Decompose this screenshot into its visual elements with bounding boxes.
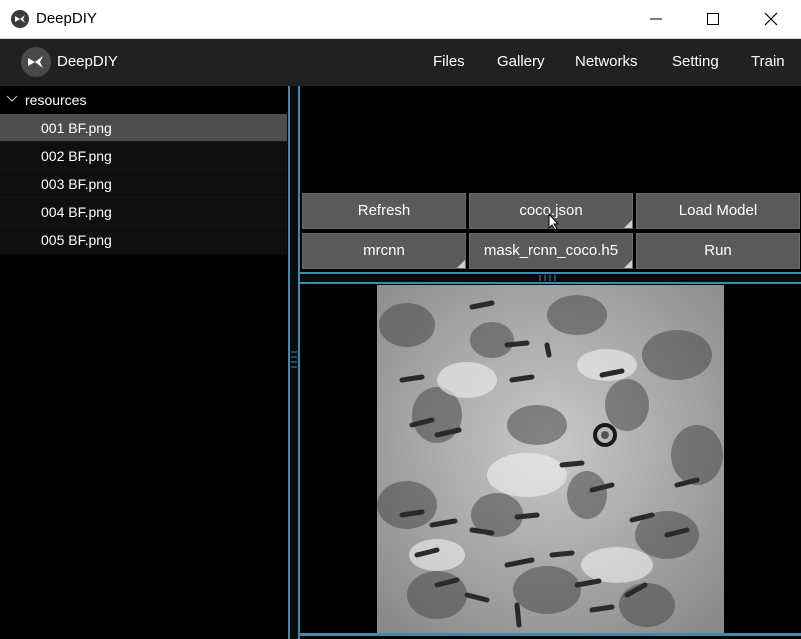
file-item[interactable]: 002 BF.png — [0, 142, 287, 170]
minimize-icon — [650, 18, 662, 20]
file-name: 002 BF.png — [41, 148, 112, 164]
run-label: Run — [704, 242, 732, 259]
microscopy-image — [377, 285, 724, 633]
file-name: 001 BF.png — [41, 120, 112, 136]
brand-logo-icon — [21, 47, 51, 77]
tree-root-resources[interactable]: resources — [0, 86, 288, 114]
file-item[interactable]: 001 BF.png — [0, 114, 287, 142]
run-button[interactable]: Run — [636, 233, 800, 269]
dropdown-corner-icon — [457, 260, 465, 268]
dropdown-corner-icon — [624, 220, 632, 228]
file-item[interactable]: 003 BF.png — [0, 170, 287, 198]
file-item[interactable]: 004 BF.png — [0, 198, 287, 226]
file-item[interactable]: 005 BF.png — [0, 226, 287, 254]
mouse-cursor-icon — [548, 213, 560, 231]
vertical-splitter[interactable] — [288, 86, 300, 639]
maximize-icon — [707, 13, 719, 25]
window-title: DeepDIY — [36, 10, 97, 27]
menu-files[interactable]: Files — [433, 53, 465, 70]
bottom-border — [300, 633, 801, 636]
load-model-label: Load Model — [678, 202, 758, 219]
close-button[interactable] — [742, 0, 800, 38]
splitter-grip-icon[interactable] — [536, 275, 562, 281]
window-titlebar: DeepDIY — [0, 0, 801, 39]
splitter-grip-icon[interactable] — [291, 348, 297, 374]
menu-setting[interactable]: Setting — [672, 53, 719, 70]
file-name: 003 BF.png — [41, 176, 112, 192]
refresh-label: Refresh — [357, 202, 411, 219]
horizontal-splitter[interactable] — [300, 272, 801, 284]
chevron-down-icon[interactable] — [6, 95, 18, 103]
image-viewer[interactable] — [300, 284, 801, 639]
menu-networks[interactable]: Networks — [575, 53, 638, 70]
maximize-button[interactable] — [684, 0, 742, 38]
file-tree: resources 001 BF.png 002 BF.png 003 BF.p… — [0, 86, 288, 639]
dropdown-corner-icon — [624, 260, 632, 268]
menubar: DeepDIY Files Gallery Networks Setting T… — [0, 39, 801, 86]
tree-root-label: resources — [25, 92, 87, 108]
minimize-button[interactable] — [627, 0, 685, 38]
app-icon — [11, 10, 29, 28]
brand-name: DeepDIY — [57, 53, 118, 70]
refresh-button[interactable]: Refresh — [302, 193, 466, 229]
network-dropdown[interactable]: mrcnn — [302, 233, 466, 269]
menu-gallery[interactable]: Gallery — [497, 53, 545, 70]
weights-dropdown[interactable]: mask_rcnn_coco.h5 — [469, 233, 633, 269]
close-icon — [764, 12, 778, 26]
file-name: 004 BF.png — [41, 204, 112, 220]
network-label: mrcnn — [363, 242, 405, 259]
load-model-button[interactable]: Load Model — [636, 193, 800, 229]
menu-train[interactable]: Train — [751, 53, 785, 70]
file-name: 005 BF.png — [41, 232, 112, 248]
weights-label: mask_rcnn_coco.h5 — [483, 242, 619, 259]
